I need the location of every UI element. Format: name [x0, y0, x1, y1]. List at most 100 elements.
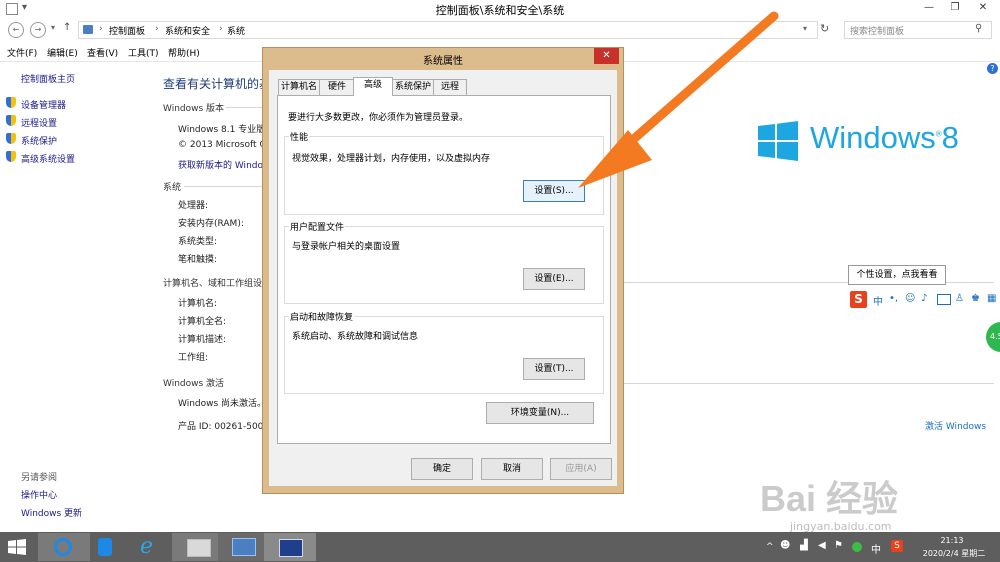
tab-advanced[interactable]: 高级 [353, 77, 393, 96]
taskbar-system-properties-button[interactable] [264, 533, 316, 561]
profiles-group [284, 226, 604, 304]
start-button-icon[interactable] [8, 539, 26, 555]
minimize-button[interactable]: — [916, 0, 942, 16]
sidebar-item-advanced[interactable]: 高级系统设置 [21, 152, 75, 165]
skin-icon[interactable]: ♚ [971, 293, 980, 304]
breadcrumb-item[interactable]: 控制面板 [109, 24, 145, 37]
activate-windows-link[interactable]: 激活 Windows [925, 419, 986, 432]
ie-icon: e [140, 534, 154, 559]
divider [622, 383, 994, 384]
network-row-label: 计算机全名: [178, 317, 227, 327]
search-icon[interactable]: ⚲ [975, 23, 982, 34]
edition-header: Windows 版本 [163, 104, 225, 114]
close-button[interactable]: ✕ [968, 0, 998, 16]
system-row-label: 处理器: [178, 201, 209, 211]
tray-expand-icon[interactable]: ^ [766, 542, 774, 552]
network-row-label: 工作组: [178, 353, 209, 363]
emoji-icon[interactable]: ☺ [905, 293, 915, 304]
system-row-label: 笔和触摸: [178, 255, 218, 265]
help-icon[interactable]: ? [987, 63, 998, 74]
system-row-label: 安装内存(RAM): [178, 219, 244, 229]
startup-settings-button[interactable]: 设置(T)... [523, 358, 585, 380]
breadcrumb-item[interactable]: 系统 [227, 24, 245, 37]
system-header: 系统 [163, 183, 182, 193]
see-also-action-center[interactable]: 操作中心 [21, 488, 57, 501]
clock-time[interactable]: 21:13 [932, 536, 972, 545]
user-icon[interactable]: ♙ [955, 293, 964, 304]
breadcrumb-sep-icon: › [219, 24, 223, 34]
shield-icon [6, 151, 16, 162]
performance-group [284, 136, 604, 215]
tray-ime-lang[interactable]: 中 [871, 541, 881, 556]
system-row-label: 系统类型: [178, 237, 218, 247]
back-button[interactable]: ← [8, 22, 24, 38]
sidebar-item-protection[interactable]: 系统保护 [21, 134, 57, 147]
sogou-logo-icon[interactable]: S [850, 291, 867, 308]
voice-icon[interactable]: ♪ [921, 293, 927, 304]
divider [184, 186, 262, 187]
see-also-title: 另请参阅 [21, 473, 58, 483]
control-panel-icon [83, 25, 93, 34]
taskbar-control-panel-button[interactable] [218, 533, 270, 561]
security-tray-icon[interactable] [852, 542, 862, 552]
cancel-button[interactable]: 取消 [481, 458, 543, 480]
startup-title: 启动和故障恢复 [289, 310, 355, 323]
tab-remote[interactable]: 远程 [433, 79, 467, 95]
volume-icon[interactable]: ◀ [818, 540, 826, 551]
search-input[interactable]: 搜索控制面板 ⚲ [844, 21, 992, 39]
tray-sogou-icon[interactable]: S [891, 540, 903, 552]
network-icon[interactable]: ▟ [800, 540, 808, 551]
sidebar-home-link[interactable]: 控制面板主页 [21, 72, 75, 85]
menu-edit[interactable]: 编辑(E) [47, 46, 78, 59]
profiles-settings-button[interactable]: 设置(E)... [523, 268, 585, 290]
taskbar-explorer-button[interactable] [172, 533, 224, 561]
profiles-title: 用户配置文件 [289, 220, 346, 233]
qq-icon[interactable]: ☻ [780, 540, 790, 551]
menu-help[interactable]: 帮助(H) [168, 46, 200, 59]
floating-badge[interactable]: 4.5 [986, 322, 1000, 352]
activation-header: Windows 激活 [163, 379, 225, 389]
taskbar-ie-button[interactable]: e [124, 533, 176, 561]
environment-variables-button[interactable]: 环境变量(N)... [486, 402, 594, 424]
maximize-button[interactable]: ❐ [942, 0, 968, 16]
tab-hardware[interactable]: 硬件 [319, 79, 355, 95]
see-also-windows-update[interactable]: Windows 更新 [21, 506, 82, 519]
explorer-window-icon [187, 539, 211, 557]
punctuation-icon[interactable]: •, [889, 293, 898, 304]
breadcrumb-sep-icon: › [99, 24, 103, 34]
ime-toolbar: S 中 •, ☺ ♪ ♙ ♚ ▦ [848, 290, 1000, 310]
copyright-text: © 2013 Microsoft C [178, 140, 266, 150]
dialog-title: 系统属性 [423, 56, 463, 67]
toolbox-icon[interactable]: ▦ [987, 293, 996, 304]
sidebar-item-remote[interactable]: 远程设置 [21, 116, 57, 129]
menu-tools[interactable]: 工具(T) [128, 46, 159, 59]
page-title: 查看有关计算机的基 [163, 77, 272, 91]
refresh-icon[interactable]: ↻ [820, 22, 829, 35]
tab-computer-name[interactable]: 计算机名 [278, 79, 320, 95]
get-more-link[interactable]: 获取新版本的 Windo [178, 158, 263, 171]
address-dropdown-icon[interactable]: ▾ [803, 24, 807, 33]
tab-system-protection[interactable]: 系统保护 [392, 79, 434, 95]
divider [226, 107, 262, 108]
flag-icon[interactable]: ⚑ [834, 540, 843, 551]
ok-button[interactable]: 确定 [411, 458, 473, 480]
sidebar-item-device-manager[interactable]: 设备管理器 [21, 98, 66, 111]
menu-file[interactable]: 文件(F) [7, 46, 37, 59]
apply-button[interactable]: 应用(A) [550, 458, 612, 480]
ime-lang-toggle[interactable]: 中 [873, 293, 883, 308]
forward-button[interactable]: → [30, 22, 46, 38]
windows-logo-text: Windows®8 [810, 120, 959, 156]
up-button[interactable]: ↑ [63, 22, 71, 33]
performance-title: 性能 [289, 130, 310, 143]
performance-desc: 视觉效果，处理器计划，内存使用，以及虚拟内存 [292, 154, 491, 164]
dialog-client: 计算机名 硬件 高级 系统保护 远程 要进行大多数更改，你必须作为管理员登录。 … [269, 70, 617, 486]
network-header: 计算机名、域和工作组设 [163, 279, 263, 289]
keyboard-icon[interactable] [937, 294, 951, 305]
menu-view[interactable]: 查看(V) [87, 46, 118, 59]
clock-date[interactable]: 2020/2/4 星期二 [916, 548, 992, 559]
recent-dropdown-icon[interactable]: ▾ [51, 23, 55, 32]
breadcrumb-item[interactable]: 系统和安全 [165, 24, 210, 37]
admin-note: 要进行大多数更改，你必须作为管理员登录。 [288, 113, 469, 123]
activation-status: Windows 尚未激活。 [178, 399, 267, 409]
logo-word: Windows [810, 120, 936, 155]
